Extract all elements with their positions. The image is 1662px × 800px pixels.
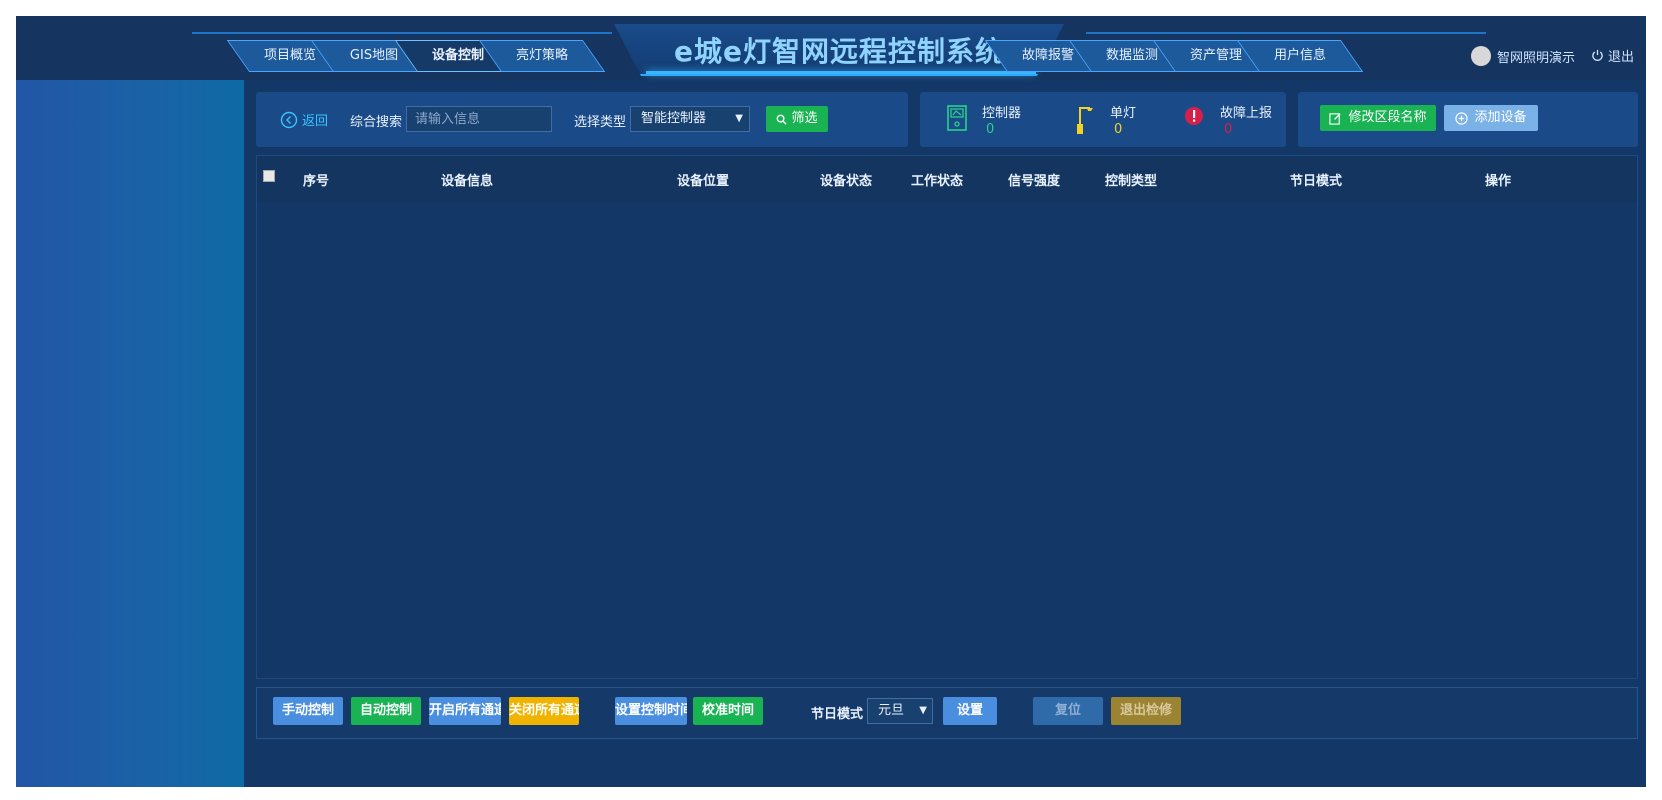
exit-maintenance-button[interactable]: 退出检修 <box>1111 697 1181 725</box>
plus-circle-icon <box>1455 111 1469 125</box>
set-control-time-button[interactable]: 设置控制时间 <box>615 697 687 725</box>
add-device-button[interactable]: 添加设备 <box>1444 105 1538 131</box>
caret-down-icon: ▼ <box>919 705 927 716</box>
top-header: 项目概览 GIS地图 设备控制 亮灯策略 e城e灯智网远程控制系统 故障报警 数… <box>16 16 1646 80</box>
app-window: 项目概览 GIS地图 设备控制 亮灯策略 e城e灯智网远程控制系统 故障报警 数… <box>16 16 1646 787</box>
filter-label: 筛选 <box>791 111 818 126</box>
alert-icon <box>1185 107 1203 125</box>
controller-icon <box>947 105 967 131</box>
search-panel: 返回 综合搜索 选择类型 智能控制器 ▼ 筛选 <box>256 92 908 147</box>
title-glow <box>646 71 1036 74</box>
col-device-location: 设备位置 <box>677 174 730 189</box>
close-all-channels-button[interactable]: 关闭所有通道 <box>509 697 579 725</box>
logout-button[interactable]: 退出 <box>1591 46 1634 65</box>
reset-button[interactable]: 复位 <box>1033 697 1103 725</box>
device-table: 序号 设备信息 设备位置 设备状态 工作状态 信号强度 控制类型 节日模式 操作 <box>256 155 1638 679</box>
col-holiday-mode: 节日模式 <box>1290 174 1343 189</box>
holiday-mode-label: 节日模式 <box>811 707 864 722</box>
logout-label: 退出 <box>1608 50 1635 65</box>
caret-down-icon: ▼ <box>735 113 743 124</box>
stat-controller-value: 0 <box>986 122 995 137</box>
col-device-status: 设备状态 <box>820 174 873 189</box>
search-label: 综合搜索 <box>350 115 403 130</box>
power-icon <box>1592 49 1603 61</box>
street-lamp-icon <box>1077 107 1093 134</box>
col-control-type: 控制类型 <box>1105 174 1158 189</box>
manual-control-button[interactable]: 手动控制 <box>273 697 343 725</box>
col-signal-strength: 信号强度 <box>1008 174 1061 189</box>
header-deco-line-right <box>1086 32 1486 34</box>
stat-single-lamp-label: 单灯 <box>1110 106 1137 121</box>
add-device-label: 添加设备 <box>1474 110 1527 125</box>
set-button[interactable]: 设置 <box>943 697 997 725</box>
type-select-value: 智能控制器 <box>641 111 707 126</box>
holiday-mode-value: 元旦 <box>878 703 905 718</box>
edit-section-name-button[interactable]: 修改区段名称 <box>1320 105 1436 131</box>
stat-single-lamp-value: 0 <box>1114 122 1123 137</box>
stat-fault-report-label: 故障上报 <box>1220 106 1273 121</box>
stat-controller-label: 控制器 <box>982 106 1022 121</box>
type-select[interactable]: 智能控制器 ▼ <box>630 106 750 132</box>
bottom-toolbar: 手动控制 自动控制 开启所有通道 关闭所有通道 设置控制时间 校准时间 节日模式… <box>256 687 1638 739</box>
search-icon <box>777 114 788 125</box>
col-actions: 操作 <box>1485 174 1512 189</box>
type-label: 选择类型 <box>574 115 627 130</box>
open-all-channels-button[interactable]: 开启所有通道 <box>429 697 501 725</box>
select-all-checkbox[interactable] <box>263 170 275 182</box>
user-menu[interactable]: 智网照明演示 <box>1471 46 1575 66</box>
sidebar <box>16 80 244 787</box>
user-name: 智网照明演示 <box>1497 50 1576 66</box>
search-input[interactable] <box>406 106 552 132</box>
col-device-info: 设备信息 <box>441 174 494 189</box>
holiday-mode-select[interactable]: 元旦 ▼ <box>867 698 933 724</box>
table-header: 序号 设备信息 设备位置 设备状态 工作状态 信号强度 控制类型 节日模式 操作 <box>257 156 1637 202</box>
col-index: 序号 <box>303 174 330 189</box>
edit-icon <box>1329 112 1342 125</box>
filter-button[interactable]: 筛选 <box>766 106 828 132</box>
actions-panel: 修改区段名称 添加设备 <box>1298 92 1638 147</box>
stat-fault-report-value: 0 <box>1224 122 1233 137</box>
back-label: 返回 <box>302 114 329 129</box>
calibrate-time-button[interactable]: 校准时间 <box>693 697 763 725</box>
nav-tab-lighting-strategy[interactable]: 亮灯策略 <box>478 40 606 72</box>
edit-section-name-label: 修改区段名称 <box>1348 110 1427 125</box>
avatar <box>1471 46 1491 66</box>
header-deco-line-left <box>192 32 612 34</box>
back-button[interactable]: 返回 <box>280 110 328 129</box>
stats-panel: 控制器 0 单灯 0 故障上报 0 <box>920 92 1286 147</box>
col-work-status: 工作状态 <box>911 174 964 189</box>
nav-tab-user-info[interactable]: 用户信息 <box>1236 40 1364 72</box>
chevron-left-circle-icon <box>280 111 298 128</box>
auto-control-button[interactable]: 自动控制 <box>351 697 421 725</box>
